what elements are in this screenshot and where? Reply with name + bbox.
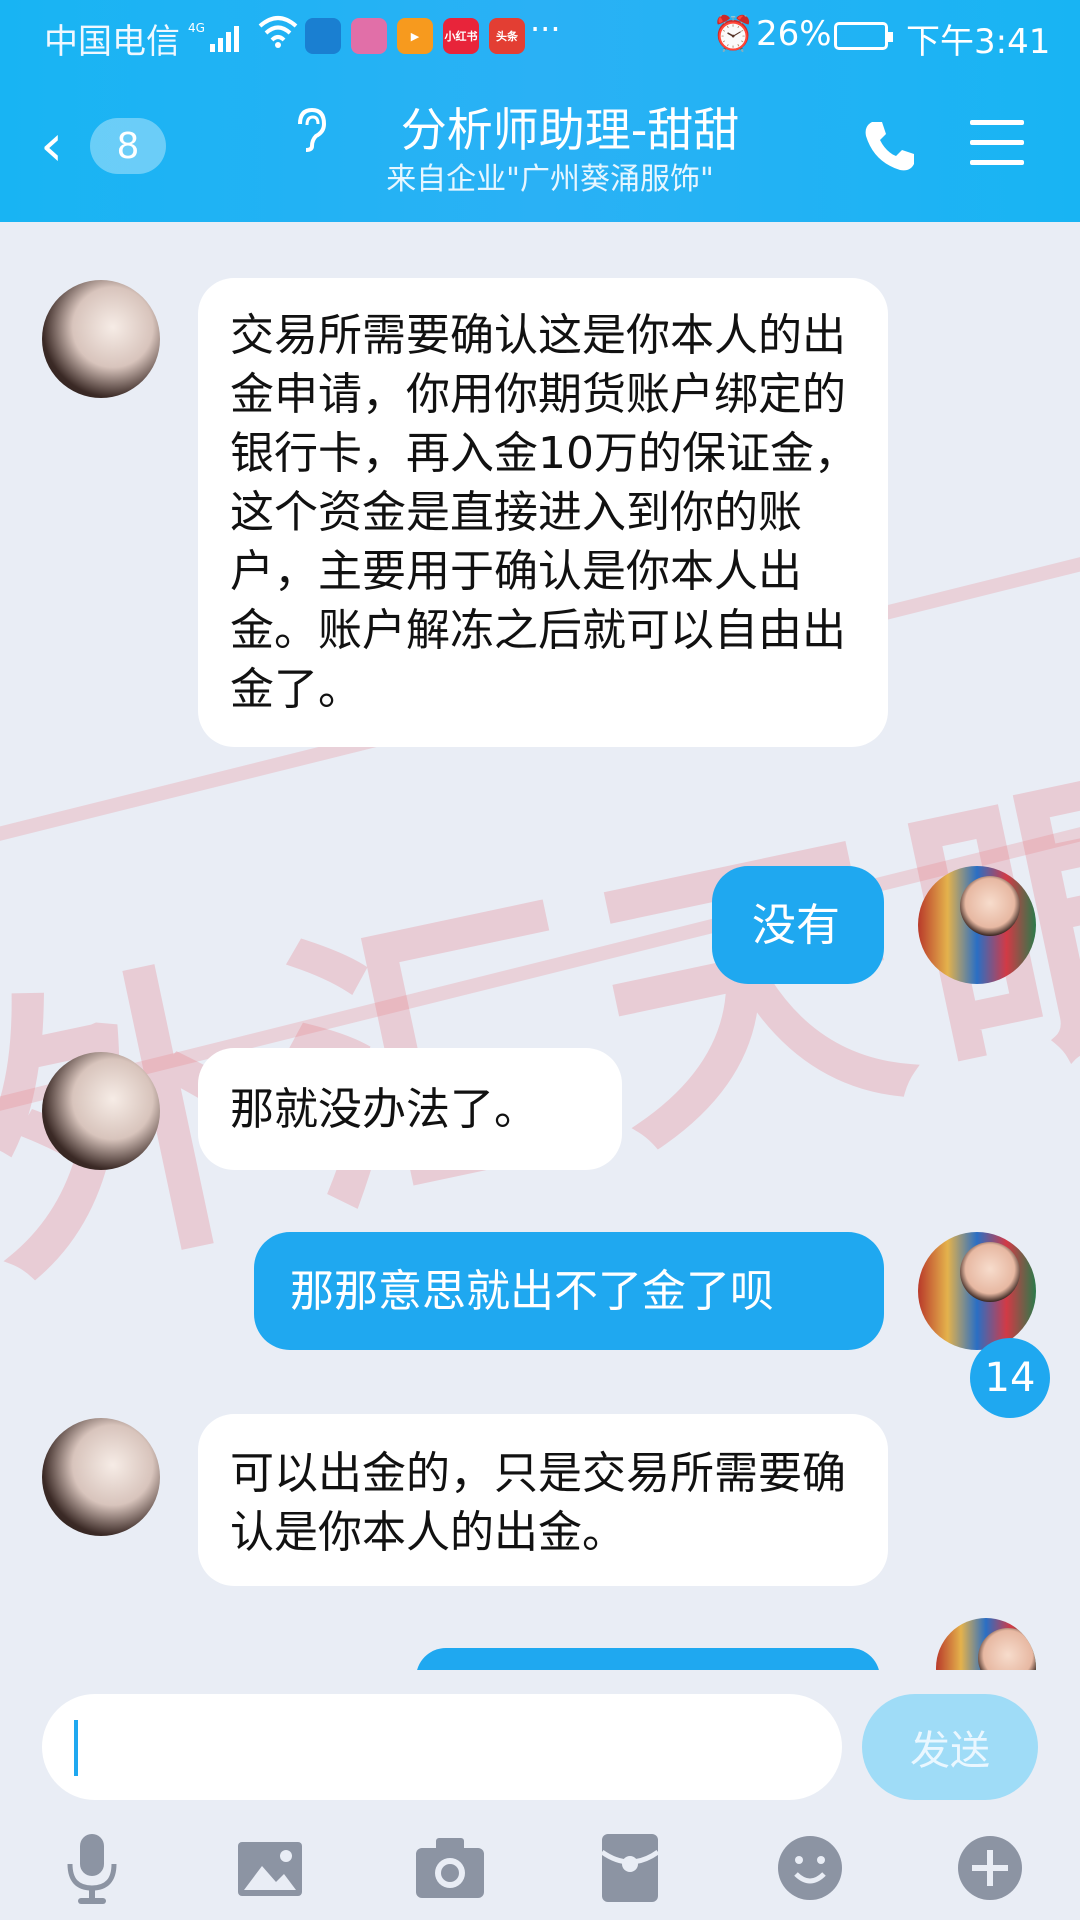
my-avatar[interactable] <box>918 866 1036 984</box>
plus-icon[interactable] <box>950 1828 1030 1908</box>
more-notifications-icon: ··· <box>530 10 561 48</box>
back-button[interactable]: ‹ 8 <box>40 112 180 178</box>
chevron-left-icon: ‹ <box>40 111 64 179</box>
ear-icon <box>294 106 328 163</box>
video-app-icon: ▶ <box>397 18 433 54</box>
chat-title: 分析师助理-甜甜 <box>400 103 740 157</box>
send-button[interactable]: 发送 <box>862 1694 1038 1800</box>
message-input[interactable] <box>42 1694 842 1800</box>
incoming-message[interactable]: 可以出金的，只是交易所需要确认是你本人的出金。 <box>198 1414 888 1586</box>
my-avatar[interactable] <box>936 1618 1036 1670</box>
input-bar: 发送 <box>0 1670 1080 1920</box>
call-button[interactable] <box>860 116 920 176</box>
top-bar: 中国电信 4G ▶ 小红书 头条 ··· ⏰ 26% 下午3:41 ‹ 8 分析… <box>0 0 1080 222</box>
new-message-count-badge[interactable]: 14 <box>970 1338 1050 1418</box>
network-label: 4G <box>188 21 205 35</box>
incoming-message[interactable]: 那就没办法了。 <box>198 1048 622 1170</box>
clock: 下午3:41 <box>906 22 1051 62</box>
battery-icon <box>834 22 893 50</box>
incoming-message[interactable]: 交易所需要确认这是你本人的出金申请，你用你期货账户绑定的银行卡，再入金10万的保… <box>198 278 888 747</box>
blue-app-icon <box>305 18 341 54</box>
flower-app-icon <box>351 18 387 54</box>
unread-back-badge: 8 <box>90 118 166 174</box>
outgoing-message[interactable]: 那那意思就出不了金了呗 <box>254 1232 884 1350</box>
wifi-icon <box>256 14 300 59</box>
phone-icon <box>865 122 914 171</box>
battery-percentage: 26% <box>756 14 832 54</box>
microphone-icon[interactable] <box>52 1828 132 1908</box>
menu-button[interactable] <box>970 120 1024 170</box>
alarm-icon: ⏰ <box>712 14 755 54</box>
signal-icon: 4G <box>188 20 244 60</box>
toolbar <box>0 1820 1080 1920</box>
outgoing-message-partial[interactable] <box>416 1648 880 1670</box>
camera-icon[interactable] <box>410 1828 490 1908</box>
menu-icon <box>970 120 1024 125</box>
xiaohongshu-app-icon: 小红书 <box>443 18 479 54</box>
outgoing-message[interactable]: 没有 <box>712 866 884 984</box>
contact-avatar[interactable] <box>42 280 160 398</box>
text-cursor <box>74 1720 78 1776</box>
chat-subtitle: 来自企业"广州葵涌服饰" <box>386 162 714 197</box>
contact-avatar[interactable] <box>42 1052 160 1170</box>
toutiao-app-icon: 头条 <box>489 18 525 54</box>
emoji-icon[interactable] <box>770 1828 850 1908</box>
carrier-label: 中国电信 <box>44 22 180 62</box>
notification-app-icons: ▶ 小红书 头条 <box>305 18 525 54</box>
chat-title-area[interactable]: 分析师助理-甜甜 来自企业"广州葵涌服饰" <box>290 100 810 200</box>
contact-avatar[interactable] <box>42 1418 160 1536</box>
red-packet-icon[interactable] <box>590 1828 670 1908</box>
image-icon[interactable] <box>230 1828 310 1908</box>
status-bar: 中国电信 4G ▶ 小红书 头条 ··· ⏰ 26% 下午3:41 <box>0 0 1080 78</box>
my-avatar[interactable] <box>918 1232 1036 1350</box>
chat-area[interactable]: 外汇天眼 交易所需要确认这是你本人的出金申请，你用你期货账户绑定的银行卡，再入金… <box>0 222 1080 1670</box>
